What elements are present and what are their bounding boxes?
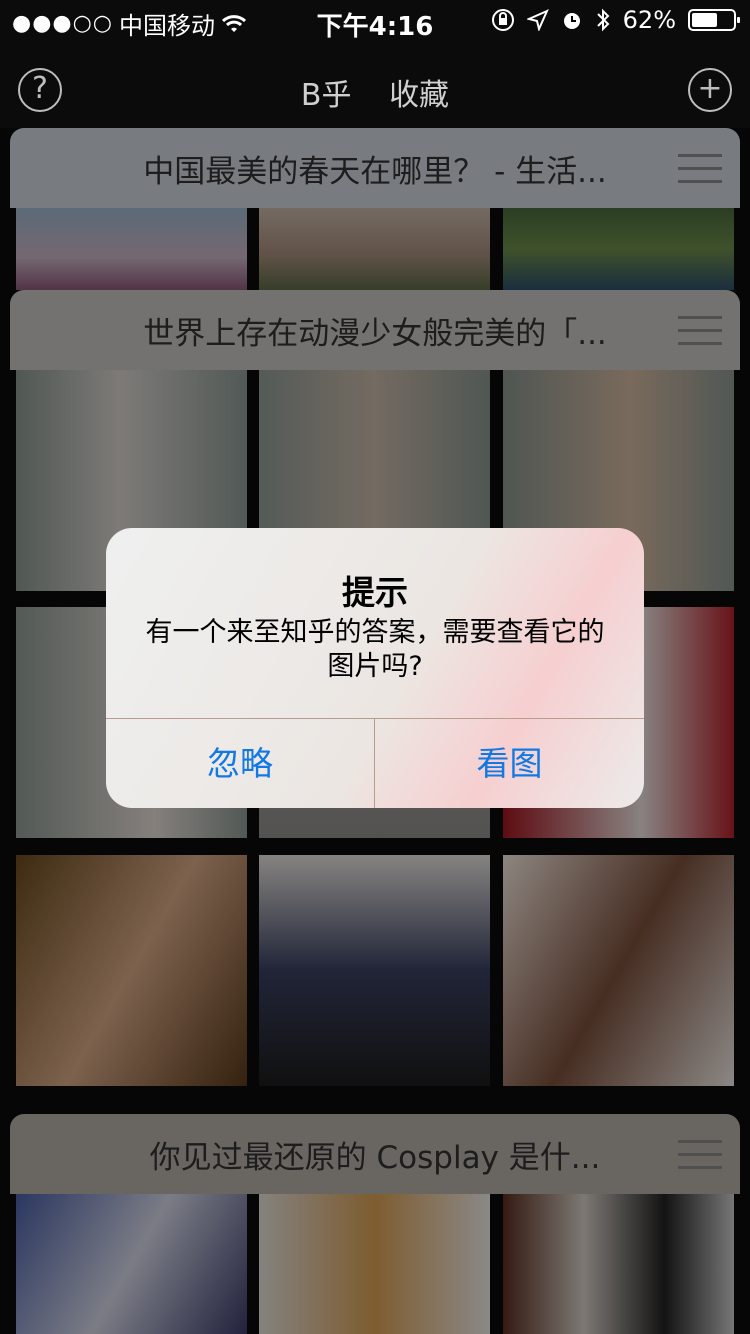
battery-percent: 62% xyxy=(622,6,676,34)
alert-message: 有一个来至知乎的答案，需要查看它的图片吗? xyxy=(145,617,605,682)
location-arrow-icon xyxy=(526,9,549,31)
alert-title: 提示 xyxy=(342,573,408,612)
bluetooth-icon xyxy=(596,8,610,32)
nav-bar: ? B乎 收藏 + xyxy=(0,50,750,130)
nav-title: B乎 收藏 xyxy=(0,70,750,114)
alert-dialog: 提示 有一个来至知乎的答案，需要查看它的图片吗? 忽略 看图 xyxy=(106,528,644,808)
nav-title-b-hu[interactable]: B乎 xyxy=(301,78,352,113)
battery-icon xyxy=(688,9,740,31)
orientation-lock-icon xyxy=(491,9,514,31)
ignore-button[interactable]: 忽略 xyxy=(106,719,374,808)
status-bar: ●●●○○ 中国移动 下午4:16 62% xyxy=(0,0,750,42)
status-right: 62% xyxy=(491,6,740,34)
alarm-icon xyxy=(563,13,580,29)
add-icon[interactable]: + xyxy=(688,68,732,112)
view-image-button[interactable]: 看图 xyxy=(375,719,644,808)
nav-title-favorites[interactable]: 收藏 xyxy=(389,78,449,113)
